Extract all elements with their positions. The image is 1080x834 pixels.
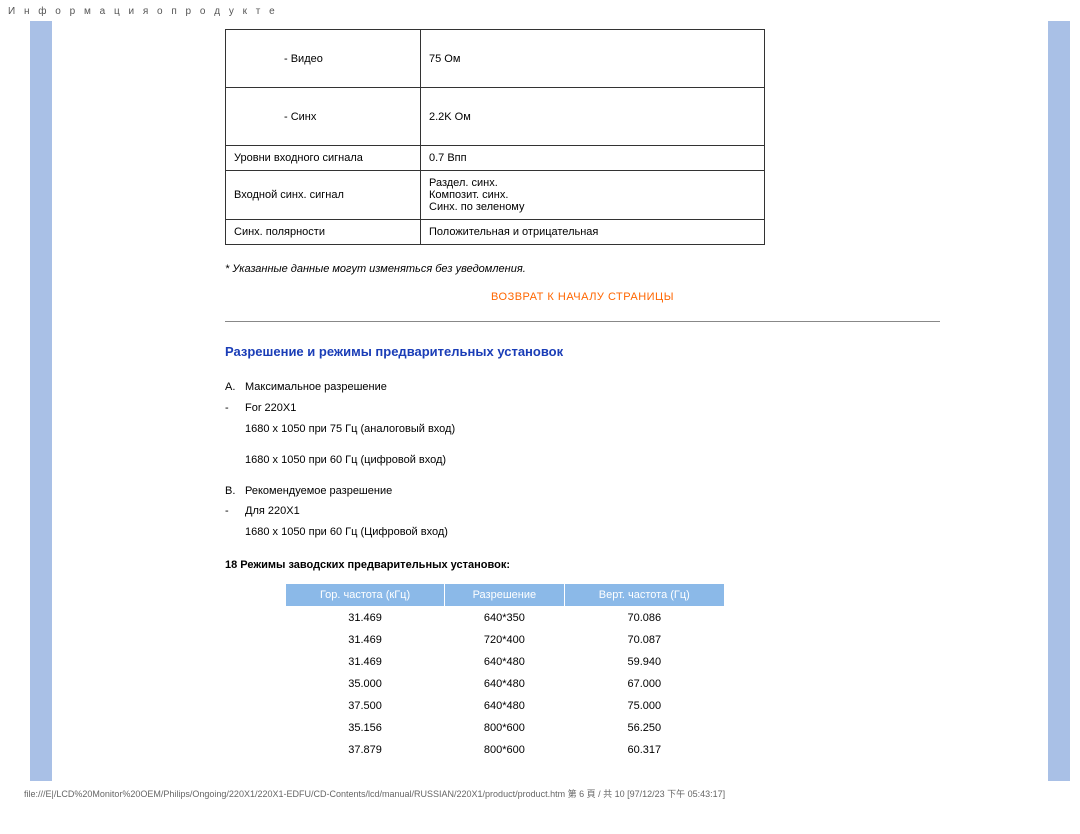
dash-b: - — [225, 501, 245, 522]
preset-cell: 31.469 — [286, 651, 445, 673]
page-header: И н ф о р м а ц и я о п р о д у к т е — [0, 0, 1080, 21]
preset-cell: 59.940 — [564, 651, 724, 673]
table-row: 37.500640*48075.000 — [286, 695, 725, 717]
preset-cell: 640*480 — [445, 695, 565, 717]
preset-cell: 67.000 — [564, 673, 724, 695]
spec-value: 0.7 Впп — [421, 146, 765, 171]
spec-value: 75 Ом — [421, 30, 765, 88]
table-row: Уровни входного сигнала0.7 Впп — [226, 146, 765, 171]
for-220x1-b: Для 220X1 — [245, 501, 300, 522]
spec-value: Положительная и отрицательная — [421, 220, 765, 245]
preset-cell: 31.469 — [286, 607, 445, 630]
table-row: - Видео75 Ом — [226, 30, 765, 88]
preset-cell: 640*480 — [445, 673, 565, 695]
spec-label: Входной синх. сигнал — [226, 171, 421, 220]
preset-cell: 37.500 — [286, 695, 445, 717]
table-row: 35.000640*48067.000 — [286, 673, 725, 695]
presets-header-res: Разрешение — [445, 584, 565, 607]
preset-cell: 800*600 — [445, 739, 565, 761]
presets-header-v: Верт. частота (Гц) — [564, 584, 724, 607]
preset-cell: 35.156 — [286, 717, 445, 739]
table-row: Входной синх. сигналРаздел. синх.Компози… — [226, 171, 765, 220]
b-line1: 1680 x 1050 при 60 Гц (Цифровой вход) — [245, 522, 448, 543]
preset-cell: 35.000 — [286, 673, 445, 695]
label-a: A. — [225, 377, 245, 398]
preset-cell: 800*600 — [445, 717, 565, 739]
presets-table: Гор. частота (кГц) Разрешение Верт. част… — [285, 583, 725, 761]
preset-cell: 640*480 — [445, 651, 565, 673]
dash-a: - — [225, 398, 245, 419]
spec-table: - Видео75 Ом- Синх2.2K ОмУровни входного… — [225, 29, 765, 245]
preset-cell: 70.087 — [564, 629, 724, 651]
recommended-resolution-label: Рекомендуемое разрешение — [245, 481, 392, 502]
preset-cell: 640*350 — [445, 607, 565, 630]
a-line1: 1680 x 1050 при 75 Гц (аналоговый вход) — [245, 419, 455, 440]
separator — [225, 321, 940, 322]
spec-label: Синх. полярности — [226, 220, 421, 245]
preset-cell: 720*400 — [445, 629, 565, 651]
spacer — [225, 450, 245, 471]
preset-cell: 70.086 — [564, 607, 724, 630]
spec-value: Раздел. синх.Композит. синх.Синх. по зел… — [421, 171, 765, 220]
table-row: 31.469720*40070.087 — [286, 629, 725, 651]
table-row: 35.156800*60056.250 — [286, 717, 725, 739]
for-220x1-a: For 220X1 — [245, 398, 296, 419]
left-stripe — [30, 21, 52, 781]
max-resolution-label: Максимальное разрешение — [245, 377, 387, 398]
footer-path: file:///E|/LCD%20Monitor%20OEM/Philips/O… — [0, 781, 1080, 808]
spacer — [225, 522, 245, 543]
spec-value: 2.2K Ом — [421, 88, 765, 146]
a-line2: 1680 x 1050 при 60 Гц (цифровой вход) — [245, 450, 446, 471]
table-row: 31.469640*35070.086 — [286, 607, 725, 630]
spacer — [225, 419, 245, 440]
table-row: - Синх2.2K Ом — [226, 88, 765, 146]
preset-cell: 60.317 — [564, 739, 724, 761]
preset-cell: 31.469 — [286, 629, 445, 651]
right-stripe — [1048, 21, 1070, 781]
table-row: 37.879800*60060.317 — [286, 739, 725, 761]
resolution-block: A. Максимальное разрешение - For 220X1 1… — [225, 377, 940, 543]
preset-cell: 56.250 — [564, 717, 724, 739]
presets-header-h: Гор. частота (кГц) — [286, 584, 445, 607]
preset-cell: 75.000 — [564, 695, 724, 717]
table-row: Синх. полярностиПоложительная и отрицате… — [226, 220, 765, 245]
presets-title: 18 Режимы заводских предварительных уста… — [225, 559, 940, 571]
spec-label: Уровни входного сигнала — [226, 146, 421, 171]
return-to-top-link[interactable]: ВОЗВРАТ К НАЧАЛУ СТРАНИЦЫ — [491, 291, 674, 303]
table-row: 31.469640*48059.940 — [286, 651, 725, 673]
label-b: B. — [225, 481, 245, 502]
return-link-wrap: ВОЗВРАТ К НАЧАЛУ СТРАНИЦЫ — [225, 289, 940, 303]
spec-label: - Синх — [226, 88, 421, 146]
spec-label: - Видео — [226, 30, 421, 88]
preset-cell: 37.879 — [286, 739, 445, 761]
content-area: - Видео75 Ом- Синх2.2K ОмУровни входного… — [225, 21, 940, 781]
main-layout: - Видео75 Ом- Синх2.2K ОмУровни входного… — [0, 21, 1080, 781]
note-text: * Указанные данные могут изменяться без … — [225, 263, 940, 275]
section-heading: Разрешение и режимы предварительных уста… — [225, 344, 940, 359]
